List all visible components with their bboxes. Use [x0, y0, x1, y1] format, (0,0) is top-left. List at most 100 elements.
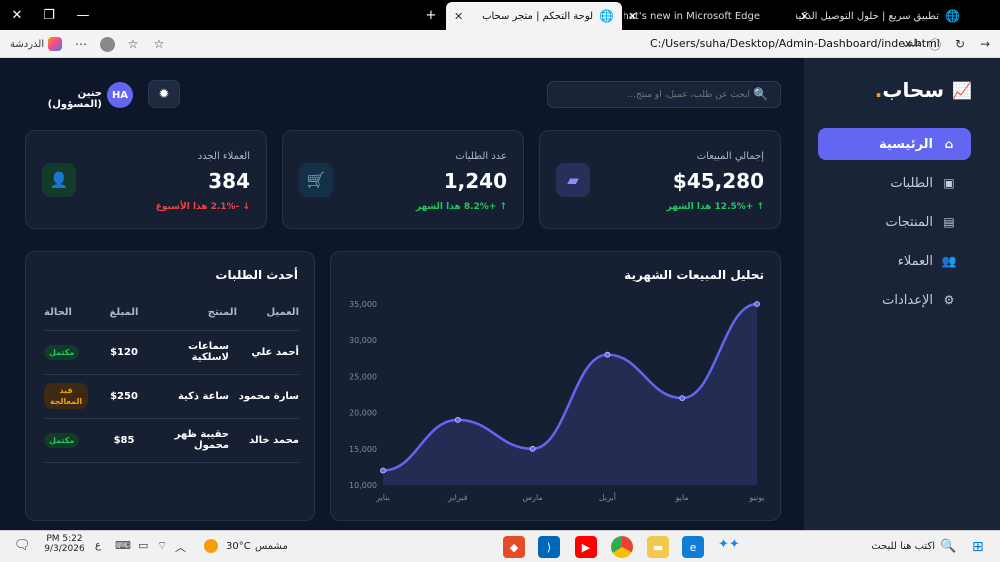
- y-tick-label: 25,000: [349, 372, 377, 381]
- back-icon[interactable]: →: [976, 35, 994, 53]
- youtube-icon[interactable]: ▶: [575, 536, 597, 558]
- bag-icon: ▣: [943, 176, 955, 190]
- sidebar-item-0[interactable]: ⌂ الرئيسية: [818, 128, 971, 160]
- language-indicator[interactable]: ع: [95, 540, 101, 551]
- status-cell: مكتمل: [44, 418, 99, 463]
- box-icon: ▤: [943, 215, 955, 229]
- globe-icon: 🌐: [945, 9, 960, 23]
- copilot-chat-button[interactable]: الدردشة: [10, 35, 63, 53]
- more-icon[interactable]: ⋯: [72, 35, 90, 53]
- stat-trend: ↓ -2.1% هذا الأسبوع: [155, 202, 250, 212]
- data-point[interactable]: [380, 467, 386, 474]
- restore-window-button[interactable]: ❐: [34, 0, 64, 30]
- taskbar-search-icon[interactable]: 🔍: [940, 539, 956, 554]
- data-point[interactable]: [454, 416, 461, 423]
- column-header: الحالة: [44, 296, 99, 331]
- tab-dashboard[interactable]: ✕ لوحة التحكم | متجر سحاب 🌐: [446, 2, 622, 30]
- stat-value: $45,280: [672, 169, 764, 193]
- file-explorer-icon[interactable]: ▬: [647, 536, 669, 558]
- main-content: 🔍 ✹ HA حنين (المسؤول) إجمالي المبيعات $45…: [0, 58, 804, 530]
- sidebar: 📈 سحاب. ⌂ الرئيسية ▣ الطلبات ▤ المنتجات 👥 العمل…: [804, 58, 1000, 530]
- stat-trend: ↑ +12.5% هذا الشهر: [666, 202, 764, 212]
- close-tab-icon[interactable]: ✕: [454, 10, 463, 23]
- y-tick-label: 15,000: [349, 445, 377, 454]
- amount-cell: $250: [99, 374, 149, 419]
- new-tab-button[interactable]: +: [416, 0, 446, 30]
- clock-date: 9/3/2026: [44, 544, 85, 554]
- notifications-icon[interactable]: 🗨: [14, 538, 31, 553]
- stat-card-0: إجمالي المبيعات $45,280 ↑ +12.5% هذا الشهر…: [539, 130, 781, 229]
- sidebar-item-4[interactable]: ⚙ الإعدادات: [818, 284, 971, 316]
- sales-line-chart: 10,000 15,000 20,000 25,000 30,000 35,000 يناي…: [349, 300, 765, 502]
- edge-taskbar-icon[interactable]: e: [682, 536, 704, 558]
- info-icon[interactable]: ⓘ: [926, 35, 944, 53]
- orders-title: أحدث الطلبات: [215, 268, 298, 282]
- tab-edge-news[interactable]: ✕ What's new in Microsoft Edge: [624, 2, 774, 30]
- x-tick-label: مارس: [522, 493, 542, 502]
- sidebar-item-1[interactable]: ▣ الطلبات: [818, 167, 971, 199]
- minimize-window-button[interactable]: —: [68, 0, 98, 30]
- avatar[interactable]: HA: [107, 82, 133, 108]
- status-cell: مكتمل: [44, 330, 99, 375]
- chrome-icon[interactable]: [611, 536, 633, 558]
- address-url[interactable]: C:/Users/suha/Desktop/Admin-Dashboard/in…: [650, 37, 940, 50]
- search-box[interactable]: 🔍: [547, 81, 781, 108]
- data-point[interactable]: [754, 301, 760, 307]
- copilot-sparkle-icon[interactable]: ✦✦: [718, 537, 766, 557]
- sidebar-item-label: الطلبات: [890, 175, 933, 191]
- add-favorite-icon[interactable]: ☆: [150, 35, 168, 53]
- sidebar-item-2[interactable]: ▤ المنتجات: [818, 206, 971, 238]
- battery-icon[interactable]: ▭: [138, 539, 148, 552]
- search-input[interactable]: [555, 85, 750, 105]
- y-tick-label: 10,000: [349, 481, 377, 490]
- sidebar-item-label: المنتجات: [885, 214, 933, 230]
- data-point[interactable]: [679, 395, 686, 402]
- customer-cell: محمد خالد: [237, 418, 299, 463]
- tab-fast-app[interactable]: ✕ تطبيق سريع | حلول التوصيل الذكية 🌐: [796, 2, 968, 30]
- profile-icon[interactable]: [98, 35, 116, 53]
- stat-trend: ↑ +8.2% هذا الشهر: [415, 202, 507, 212]
- refresh-icon[interactable]: ↻: [951, 35, 969, 53]
- table-row[interactable]: أحمد علي سماعات لاسلكية $120 مكتمل: [44, 330, 299, 375]
- sun-weather-icon[interactable]: [204, 539, 218, 553]
- table-row[interactable]: محمد خالد حقيبة ظهر محمول $85 مكتمل: [44, 418, 299, 463]
- clock[interactable]: PM 5:22 9/3/2026: [42, 534, 87, 554]
- tab-title: تطبيق سريع | حلول التوصيل الذكية: [796, 10, 940, 22]
- search-icon: 🔍: [753, 87, 768, 101]
- data-point[interactable]: [529, 445, 536, 452]
- sidebar-item-3[interactable]: 👥 العملاء: [818, 245, 971, 277]
- favorites-icon[interactable]: ☆: [124, 35, 142, 53]
- close-tab-icon[interactable]: ✕: [628, 10, 637, 23]
- x-tick-label: يناير: [375, 493, 390, 502]
- keyboard-icon[interactable]: ⌨: [115, 539, 131, 552]
- gear-icon: ⚙: [943, 293, 955, 307]
- customer-cell: أحمد علي: [237, 330, 299, 375]
- windows-start-icon[interactable]: ⊞: [972, 539, 984, 555]
- vscode-icon[interactable]: ⟩: [538, 536, 560, 558]
- x-tick-label: يونيو: [748, 493, 764, 502]
- theme-toggle-button[interactable]: ✹: [148, 80, 180, 108]
- tray-chevron-icon[interactable]: ︿: [175, 539, 186, 555]
- close-tab-icon[interactable]: ✕: [800, 10, 809, 23]
- y-tick-label: 35,000: [349, 300, 377, 309]
- column-header: المبلغ: [99, 296, 149, 331]
- dashboard-page: 📈 سحاب. ⌂ الرئيسية ▣ الطلبات ▤ المنتجات 👥 العمل…: [0, 58, 1000, 530]
- table-row[interactable]: سارة محمود ساعة ذكية $250 قيد المعالجة: [44, 374, 299, 419]
- app-icon[interactable]: ◆: [503, 536, 525, 558]
- series-area: [383, 304, 757, 485]
- stat-label: عدد الطلبات: [455, 151, 507, 162]
- browser-toolbar: الدردشة ⋯ ☆ ☆ C:/Users/suha/Desktop/Admi…: [0, 30, 1000, 58]
- taskbar-search-input[interactable]: اكتب هنا للبحث: [830, 541, 935, 552]
- cart-icon: 🛒: [299, 163, 333, 197]
- stat-label: العملاء الجدد: [197, 151, 250, 162]
- data-point[interactable]: [604, 351, 611, 358]
- browser-titlebar: ✕ ❐ — + ✕ لوحة التحكم | متجر سحاب 🌐 ✕ Wh…: [0, 0, 1000, 30]
- close-window-button[interactable]: ✕: [2, 0, 32, 30]
- user-plus-icon: 👤: [42, 163, 76, 197]
- status-badge: قيد المعالجة: [44, 383, 88, 409]
- tab-title: لوحة التحكم | متجر سحاب: [482, 10, 594, 22]
- customer-cell: سارة محمود: [237, 374, 299, 419]
- brand-name: سحاب: [882, 78, 945, 102]
- network-icon[interactable]: ⌔: [157, 539, 167, 553]
- tab-title: What's new in Microsoft Edge: [624, 10, 760, 22]
